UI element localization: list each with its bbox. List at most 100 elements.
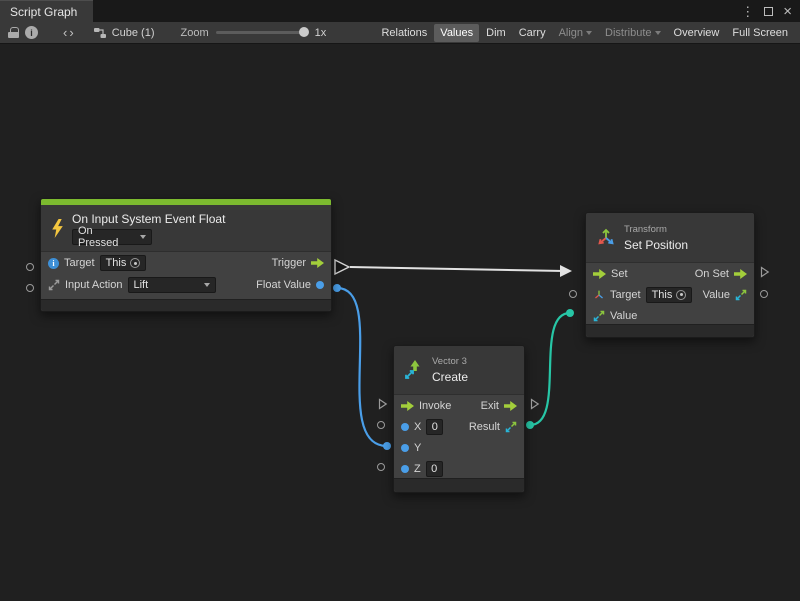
node-footer [394,478,524,492]
target-object-field[interactable]: This [646,287,693,303]
lock-icon[interactable] [8,27,19,38]
vector3-mini-icon [593,310,605,322]
x-value-field[interactable]: 0 [426,419,443,435]
chevron-down-icon [204,283,210,287]
x-port-icon[interactable] [401,423,409,431]
node-set-position[interactable]: Transform Set Position Set On Set [585,212,755,338]
gameobject-icon [48,258,59,269]
input-action-icon [48,279,60,291]
node-title: Set Position [624,238,688,252]
zoom-slider[interactable] [216,31,308,34]
result-label: Result [469,421,500,433]
node-on-input-system-event-float[interactable]: On Input System Event Float On Pressed T… [40,198,332,312]
set-value-output-port[interactable] [760,290,768,298]
value-port-dot [566,309,574,317]
invoke-input-port[interactable] [378,398,388,410]
port-row-value: Value [586,305,754,326]
zoom-value: 1x [315,27,327,39]
target-value: This [652,289,673,301]
graph-target-label: Cube (1) [112,27,155,39]
relations-button[interactable]: Relations [375,24,433,42]
port-row-x: X 0 Result [394,416,524,437]
dim-button[interactable]: Dim [480,24,512,42]
menu-icon[interactable]: ⋮ [741,5,754,18]
z-port-icon[interactable] [401,465,409,473]
event-target-input-port[interactable] [26,263,34,271]
wire-arrowhead-icon [560,265,572,277]
float-value-port-icon[interactable] [316,281,324,289]
flow-arrow-icon [593,269,606,279]
value-output-label: Value [703,289,730,301]
invoke-label: Invoke [419,400,451,412]
chevron-down-icon [586,31,592,35]
align-dropdown[interactable]: Align [553,24,598,42]
input-action-value: Lift [134,279,149,291]
input-action-label: Input Action [65,279,123,291]
result-port-dot [526,421,534,429]
tab-title: Script Graph [10,5,77,19]
set-label: Set [611,268,628,280]
carry-button[interactable]: Carry [513,24,552,42]
vector-x-input-port[interactable] [377,421,385,429]
values-button[interactable]: Values [434,24,479,42]
port-row-z: Z 0 [394,458,524,479]
exit-output-port[interactable] [530,398,540,410]
chevron-down-icon [655,31,661,35]
tab-script-graph[interactable]: Script Graph [0,0,93,22]
y-port-icon[interactable] [401,444,409,452]
node-body: Set On Set Target This [586,262,754,326]
node-title: Create [432,370,468,384]
port-row-set: Set On Set [586,263,754,284]
chevron-down-icon [140,235,146,239]
vector-z-input-port[interactable] [377,463,385,471]
wire-trigger-to-set [350,267,564,271]
node-category: Vector 3 [432,356,468,367]
on-set-output-port[interactable] [760,266,770,278]
node-footer [41,299,331,311]
window-tab-bar: Script Graph ⋮ × [0,0,800,22]
set-target-input-port[interactable] [569,290,577,298]
event-action-input-port[interactable] [26,284,34,292]
port-row-y: Y [394,437,524,458]
zoom-control: Zoom 1x [180,27,326,39]
target-label: Target [64,257,95,269]
z-value: 0 [431,463,437,475]
floatvalue-port-dot [333,284,341,292]
close-icon[interactable]: × [783,4,792,19]
zoom-slider-handle[interactable] [299,27,309,37]
event-mode-dropdown[interactable]: On Pressed [72,229,152,245]
fullscreen-button[interactable]: Full Screen [726,24,794,42]
vector3-icon [403,359,425,381]
object-picker-icon[interactable] [130,258,140,268]
flow-arrow-icon [734,269,747,279]
vector3-mini-icon [505,421,517,433]
z-label: Z [414,463,421,475]
z-value-field[interactable]: 0 [426,461,443,477]
distribute-dropdown[interactable]: Distribute [599,24,666,42]
align-label: Align [559,27,583,39]
graph-target-reference[interactable]: Cube (1) [93,26,155,40]
node-title: On Input System Event Float [72,212,225,226]
graph-canvas[interactable]: On Input System Event Float On Pressed T… [0,44,800,601]
breadcrumb-nav[interactable]: ‹ › [62,25,75,40]
maximize-icon[interactable] [764,7,773,16]
transform-icon [595,227,617,249]
info-icon[interactable]: i [25,26,38,39]
input-action-dropdown[interactable]: Lift [128,277,216,293]
node-category: Transform [624,224,688,235]
overview-button[interactable]: Overview [668,24,726,42]
event-mode-value: On Pressed [78,225,136,249]
port-row-invoke: Invoke Exit [394,395,524,416]
node-header: On Input System Event Float On Pressed [41,205,331,251]
transform-mini-icon [593,289,605,301]
node-vector3-create[interactable]: Vector 3 Create Invoke Exit X 0 [393,345,525,493]
object-picker-icon[interactable] [676,290,686,300]
float-value-label: Float Value [256,279,311,291]
target-object-field[interactable]: This [100,255,147,271]
lightning-icon [50,219,65,238]
toolbar-button-group: Relations Values Dim Carry Align Distrib… [375,24,794,42]
flow-arrow-icon [311,258,324,268]
x-label: X [414,421,421,433]
port-row-target: Target This Trigger [41,252,331,274]
graph-toolbar: i ‹ › Cube (1) Zoom 1x Relations Values … [0,22,800,44]
